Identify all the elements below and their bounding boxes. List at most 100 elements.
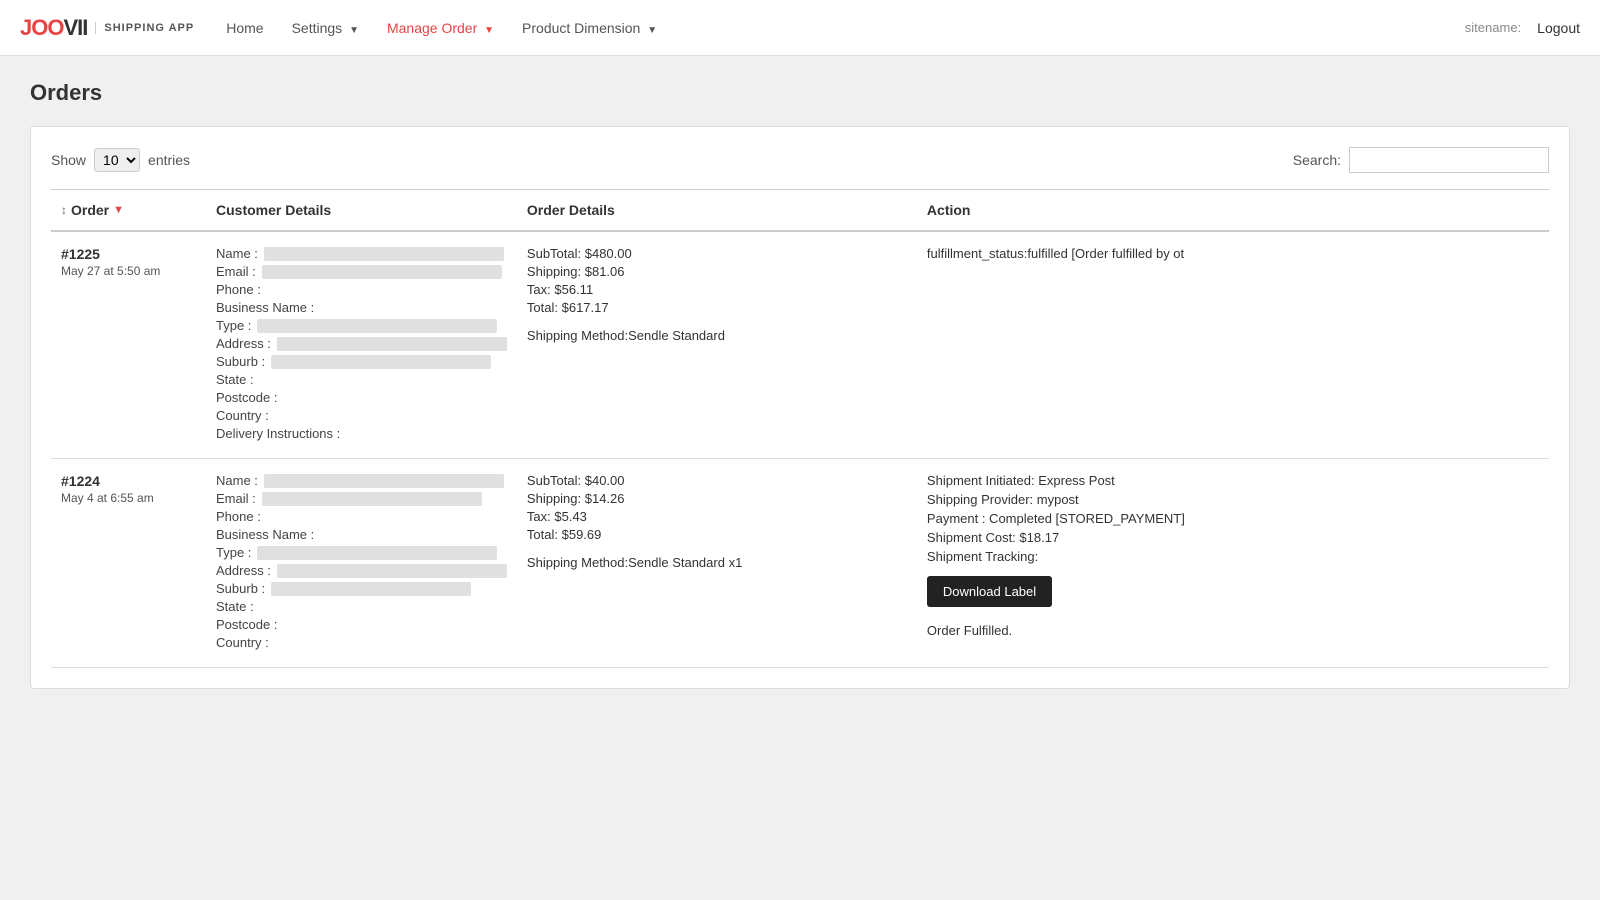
order-date: May 27 at 5:50 am	[61, 264, 196, 278]
order-number: #1224	[61, 473, 196, 489]
action-line: Shipment Tracking:	[927, 549, 1539, 564]
action-line: Shipment Cost: $18.17	[927, 530, 1539, 545]
field-value-bar	[277, 337, 507, 351]
th-customer-details: Customer Details	[206, 190, 517, 232]
settings-caret-icon: ▼	[349, 25, 359, 36]
th-action: Action	[917, 190, 1549, 232]
field-label: Name :	[216, 473, 258, 488]
field-value-bar	[264, 474, 504, 488]
field-label: Postcode :	[216, 390, 277, 405]
field-label: Delivery Instructions :	[216, 426, 340, 441]
order-detail-line: SubTotal: $480.00	[527, 246, 907, 261]
field-label: Suburb :	[216, 581, 265, 596]
action-line: Payment : Completed [STORED_PAYMENT]	[927, 511, 1539, 526]
order-date: May 4 at 6:55 am	[61, 491, 196, 505]
customer-field: Address :	[216, 336, 507, 351]
customer-field: Address :	[216, 563, 507, 578]
nav-settings[interactable]: Settings ▼	[280, 12, 371, 44]
customer-field: Name :	[216, 246, 507, 261]
manage-order-caret-icon: ▼	[484, 25, 494, 36]
search-input[interactable]	[1349, 147, 1549, 173]
customer-details-cell: Name : Email : Phone : Business Name : T…	[206, 231, 517, 459]
customer-field: Business Name :	[216, 527, 507, 542]
action-cell: fulfillment_status:fulfilled [Order fulf…	[917, 231, 1549, 459]
field-value-bar	[264, 247, 504, 261]
page-content: Orders Show 10 25 50 entries Search:	[0, 56, 1600, 713]
field-label: Address :	[216, 563, 271, 578]
orders-table: ↕ Order ▼ Customer Details Order Details…	[51, 189, 1549, 668]
nav-manage-order[interactable]: Manage Order ▼	[375, 12, 506, 44]
product-dimension-caret-icon: ▼	[647, 25, 657, 36]
order-details-cell: SubTotal: $480.00 Shipping: $81.06 Tax: $5…	[517, 231, 917, 459]
action-cell: Shipment Initiated: Express Post Shipping…	[917, 459, 1549, 668]
field-label: State :	[216, 599, 254, 614]
field-value-bar	[271, 355, 491, 369]
customer-field: Country :	[216, 635, 507, 650]
order-detail-line: Shipping: $14.26	[527, 491, 907, 506]
order-detail-line: Tax: $56.11	[527, 282, 907, 297]
order-detail-line: Shipping Method:Sendle Standard	[527, 328, 907, 343]
field-label: Country :	[216, 408, 269, 423]
order-cell: #1224 May 4 at 6:55 am	[51, 459, 206, 668]
search-label: Search:	[1293, 152, 1341, 168]
entries-label: entries	[148, 152, 190, 168]
navbar: JOOVII SHIPPING APP Home Settings ▼ Mana…	[0, 0, 1600, 56]
customer-field: Postcode :	[216, 617, 507, 632]
brand-logo-link[interactable]: JOOVII SHIPPING APP	[20, 15, 194, 41]
action-line: Shipment Initiated: Express Post	[927, 473, 1539, 488]
field-label: Type :	[216, 318, 251, 333]
brand-subtitle: SHIPPING APP	[95, 22, 194, 34]
order-detail-line: Total: $617.17	[527, 300, 907, 315]
field-label: State :	[216, 372, 254, 387]
sort-icon: ↕	[61, 203, 67, 217]
order-detail-line: Tax: $5.43	[527, 509, 907, 524]
brand-logo: JOOVII	[20, 15, 87, 41]
customer-field: Phone :	[216, 282, 507, 297]
field-label: Type :	[216, 545, 251, 560]
customer-field: Business Name :	[216, 300, 507, 315]
field-label: Phone :	[216, 509, 261, 524]
download-label-button[interactable]: Download Label	[927, 576, 1052, 607]
th-order[interactable]: ↕ Order ▼	[51, 190, 206, 232]
field-label: Address :	[216, 336, 271, 351]
field-value-bar	[277, 564, 507, 578]
order-number: #1225	[61, 246, 196, 262]
nav-home[interactable]: Home	[214, 12, 275, 44]
customer-field: Phone :	[216, 509, 507, 524]
show-entries-control: Show 10 25 50 entries	[51, 148, 190, 172]
field-label: Phone :	[216, 282, 261, 297]
logout-button[interactable]: Logout	[1537, 20, 1580, 36]
field-value-bar	[257, 319, 497, 333]
field-label: Name :	[216, 246, 258, 261]
order-detail-line: Total: $59.69	[527, 527, 907, 542]
orders-table-container: Show 10 25 50 entries Search: ↕	[30, 126, 1570, 689]
field-label: Business Name :	[216, 527, 314, 542]
nav-right: sitename: Logout	[1465, 20, 1580, 36]
field-label: Email :	[216, 264, 256, 279]
action-line: Shipping Provider: mypost	[927, 492, 1539, 507]
customer-field: State :	[216, 372, 507, 387]
order-fulfilled-text: Order Fulfilled.	[927, 623, 1539, 638]
action-text: fulfillment_status:fulfilled [Order fulf…	[927, 246, 1539, 261]
page-title: Orders	[30, 80, 1570, 106]
table-row: #1224 May 4 at 6:55 am Name : Email : Ph…	[51, 459, 1549, 668]
customer-field: Email :	[216, 491, 507, 506]
th-order-details: Order Details	[517, 190, 917, 232]
field-value-bar	[271, 582, 471, 596]
sort-down-icon: ▼	[113, 204, 124, 216]
nav-product-dimension[interactable]: Product Dimension ▼	[510, 12, 669, 44]
field-label: Country :	[216, 635, 269, 650]
customer-field: Country :	[216, 408, 507, 423]
field-label: Business Name :	[216, 300, 314, 315]
customer-field: Type :	[216, 318, 507, 333]
entries-select[interactable]: 10 25 50	[94, 148, 140, 172]
sitename-label: sitename:	[1465, 20, 1521, 35]
customer-field: Delivery Instructions :	[216, 426, 507, 441]
field-value-bar	[262, 265, 502, 279]
customer-field: Type :	[216, 545, 507, 560]
table-controls: Show 10 25 50 entries Search:	[51, 147, 1549, 173]
customer-details-cell: Name : Email : Phone : Business Name : T…	[206, 459, 517, 668]
field-label: Postcode :	[216, 617, 277, 632]
order-detail-line: Shipping: $81.06	[527, 264, 907, 279]
customer-field: Email :	[216, 264, 507, 279]
